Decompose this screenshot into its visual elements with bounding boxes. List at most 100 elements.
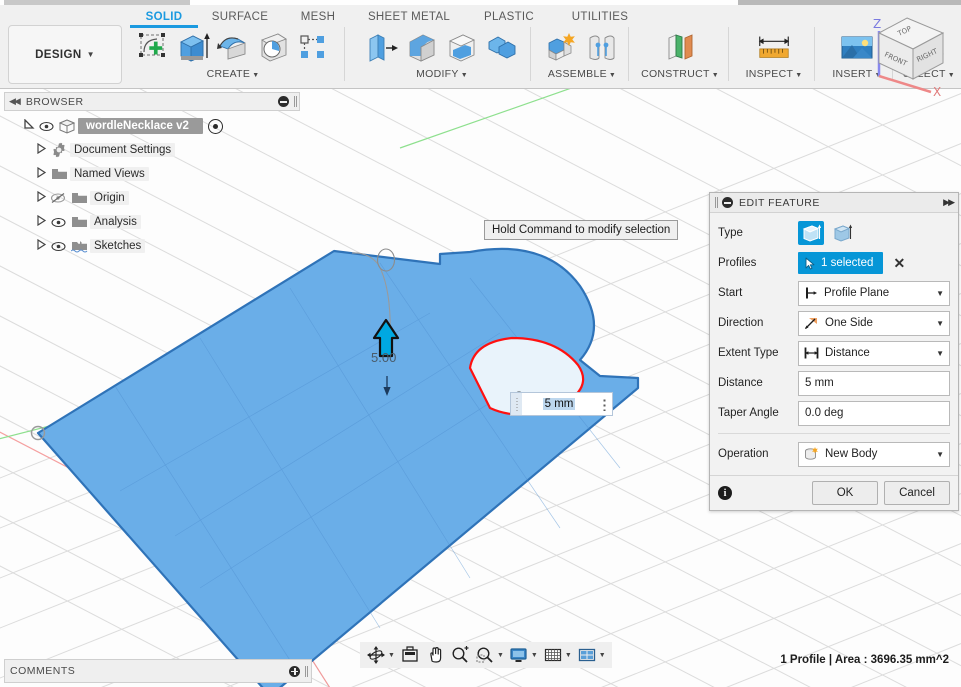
component-name-label: wordleNecklace v2 — [78, 118, 203, 134]
chevron-down-icon[interactable]: ▼ — [565, 652, 572, 659]
fit-icon[interactable]: ▼ — [473, 644, 506, 666]
taper-angle-input[interactable]: 0.0 deg — [798, 400, 950, 426]
dimension-input-widget[interactable]: 5 mm — [510, 392, 613, 416]
taper-angle-label: Taper Angle — [718, 407, 779, 419]
ribbon: SOLID SURFACE MESH SHEET METAL PLASTIC U… — [0, 5, 961, 89]
info-icon[interactable]: i — [718, 486, 732, 500]
distance-input[interactable]: 5 mm — [798, 370, 950, 396]
tree-item-analysis[interactable]: Analysis — [4, 210, 300, 234]
dialog-drag-grip[interactable] — [715, 197, 716, 208]
ribbon-group-inspect-label[interactable]: INSPECT ▼ — [746, 68, 803, 80]
extrude-icon[interactable] — [174, 27, 212, 67]
browser-header[interactable]: ◀◀ BROWSER — [4, 92, 300, 111]
ribbon-group-create-label[interactable]: CREATE ▼ — [207, 68, 260, 80]
zoom-icon[interactable] — [448, 644, 472, 666]
chevron-down-icon[interactable]: ▼ — [388, 652, 395, 659]
chevron-down-icon[interactable]: ▼ — [936, 289, 944, 298]
fillet-icon[interactable] — [403, 27, 441, 67]
dimension-value-box[interactable]: 5 mm — [522, 393, 596, 415]
expand-triangle-icon[interactable] — [22, 118, 36, 133]
taper-angle-value: 0.0 deg — [805, 407, 844, 419]
tree-root-row[interactable]: wordleNecklace v2 — [4, 114, 300, 138]
create-sketch-icon[interactable] — [134, 27, 172, 67]
tab-plastic[interactable]: PLASTIC — [464, 11, 554, 23]
measure-icon[interactable] — [755, 27, 793, 67]
tab-surface[interactable]: SURFACE — [198, 11, 282, 23]
visibility-eye-icon[interactable] — [48, 217, 68, 228]
extrude-edge-icon[interactable] — [829, 221, 855, 245]
expand-triangle-icon[interactable] — [34, 142, 48, 157]
expand-triangle-icon[interactable] — [34, 190, 48, 205]
dialog-expand-right-icon[interactable]: ▶▶ — [943, 197, 955, 208]
dimension-drag-handle[interactable] — [511, 393, 522, 415]
direction-combobox[interactable]: One Side ▼ — [798, 310, 950, 336]
orbit-icon[interactable]: ▼ — [364, 644, 397, 666]
tree-item-origin[interactable]: Origin — [4, 186, 300, 210]
pan-icon[interactable] — [423, 644, 447, 666]
dialog-header[interactable]: EDIT FEATURE ▶▶ — [710, 193, 958, 213]
ribbon-group-inspect: INSPECT ▼ — [736, 25, 812, 83]
activate-component-radio[interactable] — [207, 118, 223, 134]
expand-triangle-icon[interactable] — [34, 166, 48, 181]
visibility-eye-off-icon[interactable] — [48, 192, 68, 204]
operation-combobox[interactable]: New Body ▼ — [798, 441, 950, 467]
browser-resize-grip[interactable] — [294, 96, 295, 107]
offset-plane-icon[interactable] — [661, 27, 699, 67]
extent-type-combobox[interactable]: Distance ▼ — [798, 340, 950, 366]
chevron-down-icon[interactable]: ▼ — [599, 652, 606, 659]
direction-label: Direction — [718, 317, 764, 329]
start-combobox[interactable]: Profile Plane ▼ — [798, 280, 950, 306]
tab-sheet-metal[interactable]: SHEET METAL — [354, 11, 464, 23]
expand-triangle-icon[interactable] — [34, 238, 48, 253]
look-at-icon[interactable] — [398, 644, 422, 666]
collapse-left-icon[interactable]: ◀◀ — [9, 96, 21, 107]
shell-icon[interactable] — [443, 27, 481, 67]
dimension-value[interactable]: 5 mm — [542, 398, 576, 410]
chevron-down-icon[interactable]: ▼ — [936, 319, 944, 328]
tree-item-document-settings[interactable]: Document Settings — [4, 138, 300, 162]
extrude-profile-icon[interactable] — [798, 221, 824, 245]
chevron-down-icon[interactable]: ▼ — [936, 450, 944, 459]
profiles-selection-chip[interactable]: 1 selected — [798, 252, 884, 274]
clear-selection-icon[interactable]: ✕ — [893, 255, 905, 272]
dimension-menu-button[interactable] — [596, 393, 612, 415]
chevron-down-icon: ▼ — [608, 72, 617, 79]
browser-minimize-icon[interactable] — [278, 96, 289, 107]
view-cube[interactable]: Z X TOP FRONT RIGHT — [857, 6, 957, 103]
sweep-icon[interactable] — [254, 27, 292, 67]
press-pull-icon[interactable] — [363, 27, 401, 67]
tab-utilities[interactable]: UTILITIES — [554, 11, 646, 23]
display-settings-icon[interactable]: ▼ — [507, 644, 540, 666]
revolve-icon[interactable] — [214, 27, 252, 67]
visibility-eye-icon[interactable] — [36, 121, 56, 132]
workspace-switcher-label: DESIGN — [35, 48, 82, 61]
tab-solid[interactable]: SOLID — [130, 11, 198, 28]
expand-triangle-icon[interactable] — [34, 214, 48, 229]
grid-snap-icon[interactable]: ▼ — [541, 644, 574, 666]
tab-mesh[interactable]: MESH — [282, 11, 354, 23]
comments-title: COMMENTS — [10, 665, 76, 677]
comments-resize-grip[interactable] — [305, 665, 306, 677]
add-comment-icon[interactable] — [289, 665, 300, 677]
chevron-down-icon[interactable]: ▼ — [497, 652, 504, 659]
new-component-icon[interactable] — [543, 27, 581, 67]
visibility-eye-icon[interactable] — [48, 241, 68, 252]
viewports-icon[interactable]: ▼ — [575, 644, 608, 666]
distance-value: 5 mm — [805, 377, 834, 389]
chevron-down-icon[interactable]: ▼ — [936, 349, 944, 358]
combine-icon[interactable] — [483, 27, 521, 67]
ribbon-group-construct-label[interactable]: CONSTRUCT ▼ — [641, 68, 719, 80]
ribbon-group-modify-label[interactable]: MODIFY ▼ — [416, 68, 468, 80]
dialog-collapse-icon[interactable] — [722, 197, 733, 208]
workspace-switcher-button[interactable]: DESIGN ▼ — [8, 25, 122, 84]
dialog-row-type: Type — [710, 218, 958, 248]
comments-panel[interactable]: COMMENTS — [4, 659, 312, 683]
pattern-icon[interactable] — [294, 27, 332, 67]
tree-item-named-views[interactable]: Named Views — [4, 162, 300, 186]
ok-button[interactable]: OK — [812, 481, 878, 505]
ribbon-group-assemble-label[interactable]: ASSEMBLE ▼ — [548, 68, 616, 80]
tree-item-sketches[interactable]: Sketches — [4, 234, 300, 258]
cancel-button[interactable]: Cancel — [884, 481, 950, 505]
joint-icon[interactable] — [583, 27, 621, 67]
chevron-down-icon[interactable]: ▼ — [531, 652, 538, 659]
